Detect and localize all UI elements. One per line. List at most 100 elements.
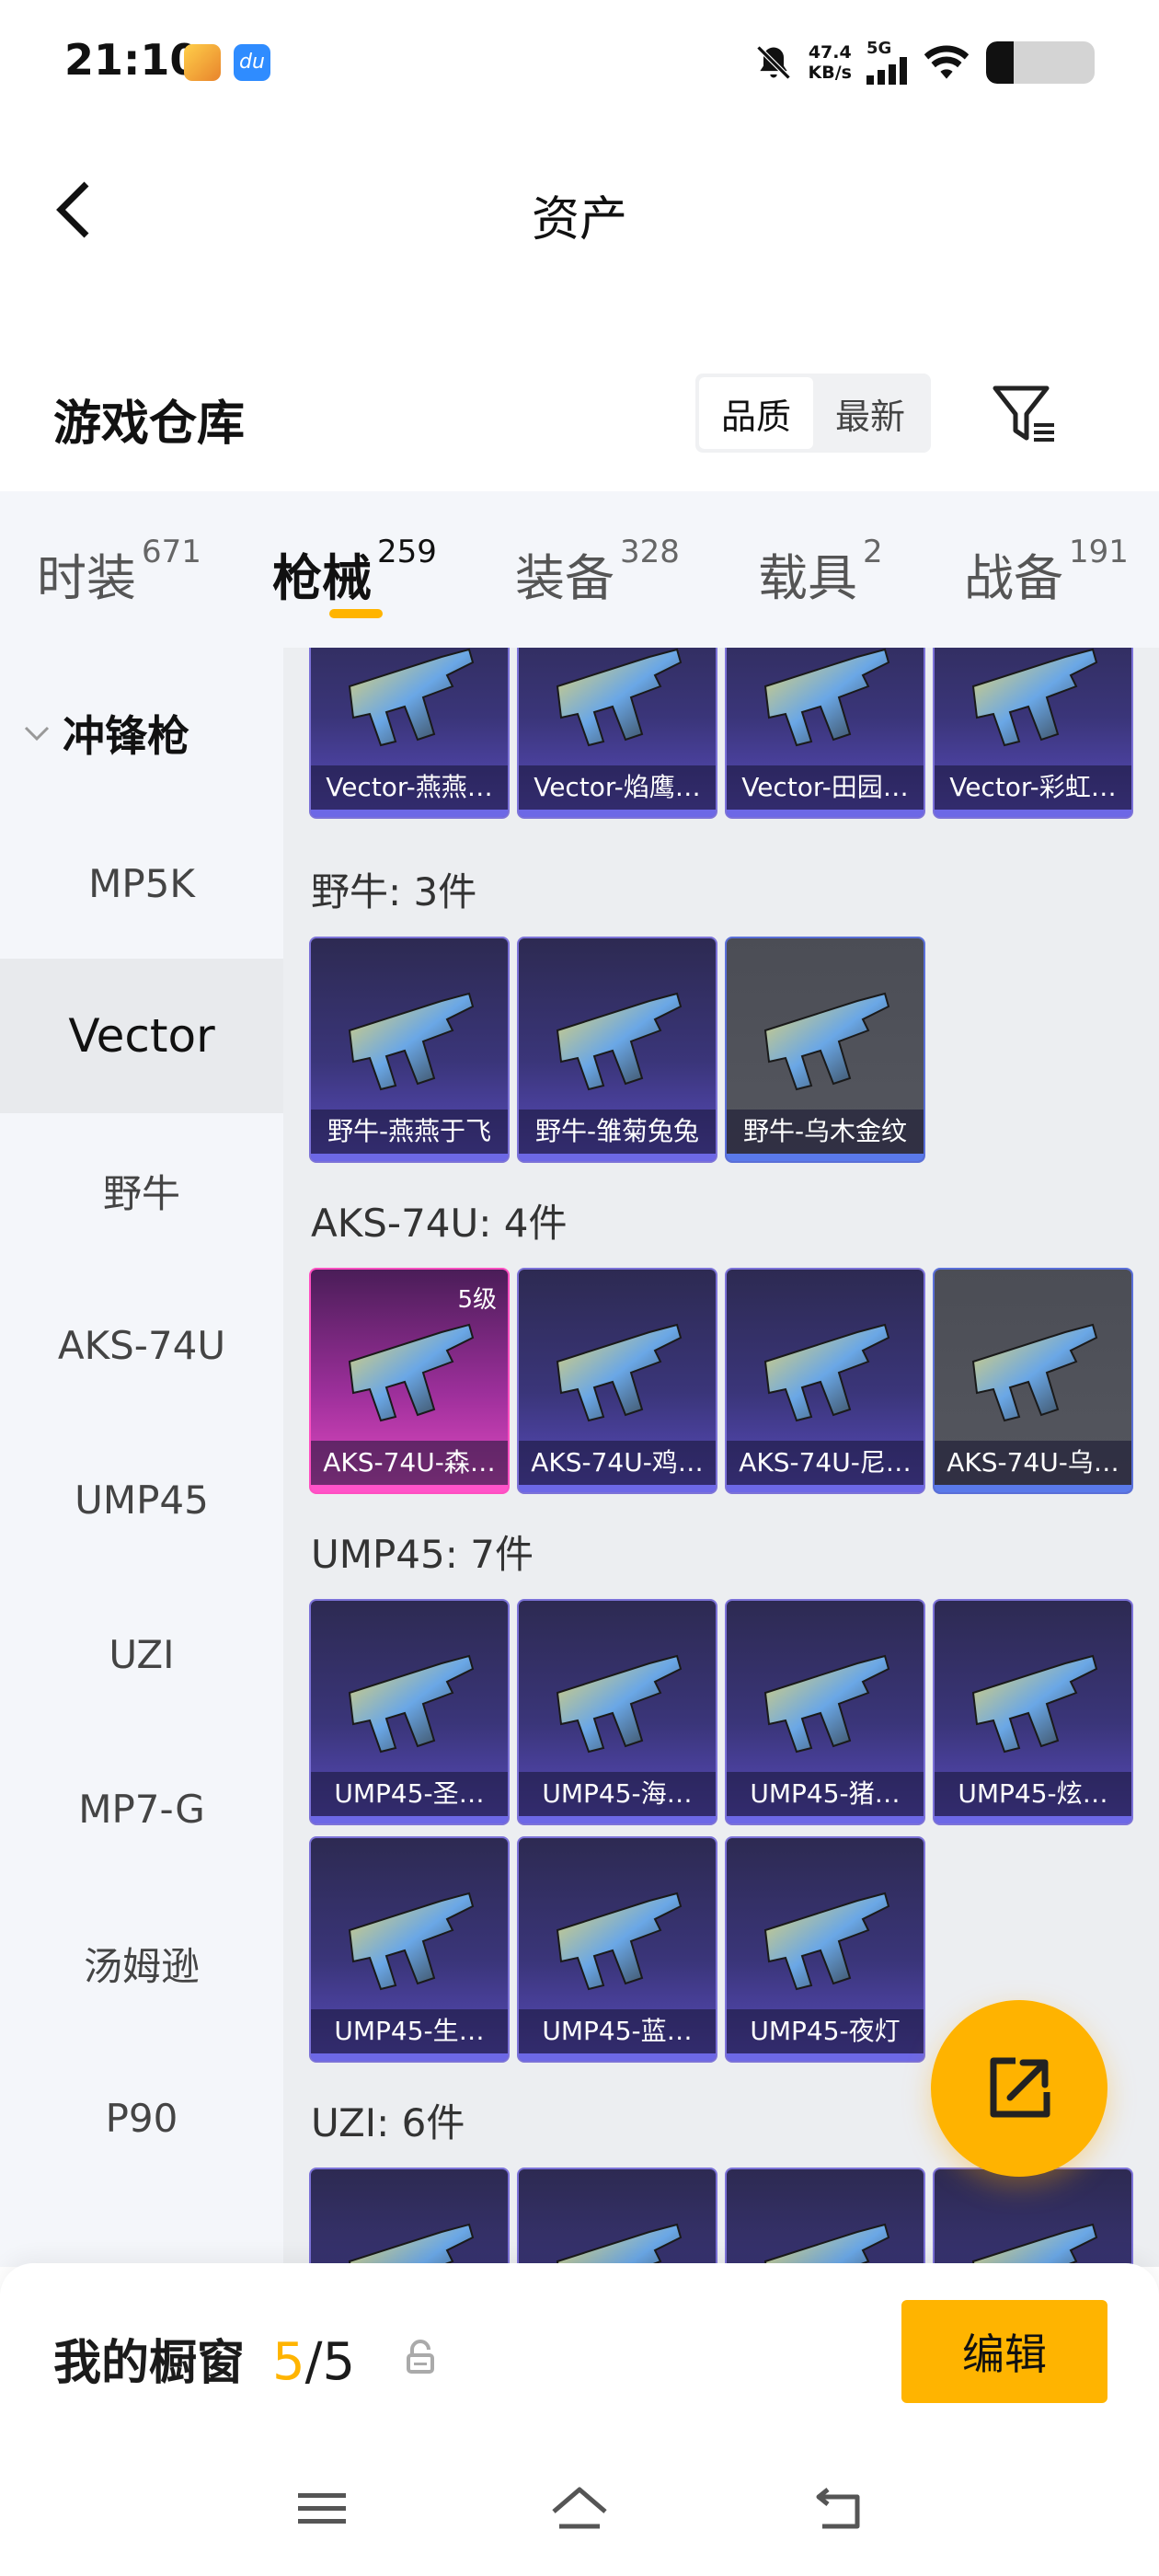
- share-external-icon: [990, 2057, 1050, 2118]
- gun-image: [348, 1892, 475, 1991]
- menu-icon[interactable]: [289, 2475, 355, 2541]
- chevron-down-icon: [24, 726, 50, 742]
- item-card[interactable]: 野牛-燕燕于飞: [309, 937, 510, 1163]
- item-card[interactable]: Vector-燕燕…: [309, 648, 510, 819]
- showcase-total: 5: [322, 2332, 356, 2392]
- showcase-count: 5: [272, 2332, 305, 2392]
- item-name: Vector-田园…: [727, 765, 924, 810]
- quality-bar: [519, 1485, 716, 1492]
- sidebar-item-p90[interactable]: P90: [0, 2041, 283, 2195]
- item-name: Vector-燕燕…: [311, 765, 508, 810]
- signal-icon: 5G: [866, 40, 907, 85]
- quality-bar: [727, 1154, 924, 1161]
- filter-icon[interactable]: [990, 381, 1058, 445]
- sidebar-item-ump45[interactable]: UMP45: [0, 1422, 283, 1577]
- tab-supplies[interactable]: 战备 191: [964, 534, 1129, 610]
- status-icons: 47.4 KB/s 5G: [753, 37, 1095, 88]
- gun-image: [763, 1654, 890, 1754]
- screen: 21:10 du 47.4 KB/s 5G 资产 游戏仓库 品质 最新 时装 671…: [0, 0, 1159, 2576]
- tab-firearms[interactable]: 枪械 259: [272, 534, 437, 610]
- group-title: AKS-74U: 4件: [311, 1201, 568, 1246]
- net-speed: 47.4 KB/s: [808, 42, 852, 83]
- tab-vehicles[interactable]: 载具 2: [758, 534, 883, 610]
- item-name: AKS-74U-森…: [311, 1441, 508, 1485]
- edit-showcase-button[interactable]: 编辑: [901, 2300, 1107, 2403]
- sidebar-item-vector[interactable]: Vector: [0, 959, 283, 1113]
- sidebar-group-smg[interactable]: 冲锋枪: [22, 703, 189, 764]
- item-name: UMP45-蓝…: [519, 2009, 716, 2053]
- item-card[interactable]: UMP45-夜灯: [725, 1836, 925, 2063]
- status-bar: 21:10 du 47.4 KB/s 5G: [0, 0, 1159, 110]
- game-app-icon: [184, 44, 221, 81]
- item-card[interactable]: AKS-74U-尼…: [725, 1268, 925, 1494]
- item-card[interactable]: Vector-田园…: [725, 648, 925, 819]
- sidebar-item-thompson[interactable]: 汤姆逊: [0, 1886, 283, 2041]
- item-card[interactable]: AKS-74U-鸡…: [517, 1268, 717, 1494]
- gun-image: [348, 992, 475, 1091]
- item-card[interactable]: [725, 2168, 925, 2267]
- gun-image: [556, 1892, 683, 1991]
- warehouse-title: 游戏仓库: [53, 397, 246, 452]
- gun-image: [348, 1323, 475, 1422]
- gun-image: [971, 2223, 1098, 2267]
- item-card[interactable]: UMP45-炫…: [933, 1599, 1133, 1825]
- gun-image: [763, 2223, 890, 2267]
- item-card[interactable]: [517, 2168, 717, 2267]
- du-app-icon: du: [234, 44, 270, 81]
- quality-bar: [935, 1485, 1131, 1492]
- gun-image: [763, 1892, 890, 1991]
- tab-equipment[interactable]: 装备 328: [515, 534, 680, 610]
- mute-icon: [756, 45, 790, 80]
- item-card[interactable]: [933, 2168, 1133, 2267]
- item-card[interactable]: 5级 AKS-74U-森…: [309, 1268, 510, 1494]
- back-icon[interactable]: [806, 2475, 872, 2541]
- sidebar-item-mp5k[interactable]: MP5K: [0, 806, 283, 960]
- quality-bar: [311, 810, 508, 817]
- gun-image: [971, 648, 1098, 747]
- quality-bar: [727, 1816, 924, 1823]
- item-name: UMP45-生…: [311, 2009, 508, 2053]
- sort-newest-button[interactable]: 最新: [813, 377, 927, 449]
- item-card[interactable]: UMP45-蓝…: [517, 1836, 717, 2063]
- category-tabs: 时装 671 枪械 259 装备 328 载具 2 战备 191: [0, 491, 1159, 648]
- quality-bar: [311, 1485, 508, 1492]
- gun-image: [556, 1654, 683, 1754]
- showcase-separator: /: [304, 2332, 323, 2392]
- share-fab-button[interactable]: [931, 2000, 1107, 2177]
- sidebar-item-aks74u[interactable]: AKS-74U: [0, 1268, 283, 1422]
- item-card[interactable]: 野牛-雏菊兔兔: [517, 937, 717, 1163]
- sort-toggle: 品质 最新: [695, 374, 931, 453]
- item-card[interactable]: 野牛-乌木金纹: [725, 937, 925, 1163]
- item-card[interactable]: Vector-焰鹰…: [517, 648, 717, 819]
- home-icon[interactable]: [546, 2475, 613, 2541]
- gun-image: [971, 1323, 1098, 1422]
- gun-image: [556, 648, 683, 747]
- tab-fashion[interactable]: 时装 671: [37, 534, 201, 610]
- item-card[interactable]: UMP45-生…: [309, 1836, 510, 2063]
- group-title: UMP45: 7件: [311, 1532, 534, 1577]
- showcase-panel: 我的橱窗 5 / 5 编辑: [0, 2263, 1159, 2576]
- page-title: 资产: [531, 192, 627, 247]
- gun-image: [348, 2223, 475, 2267]
- battery-icon: [986, 41, 1095, 84]
- item-card[interactable]: UMP45-猪…: [725, 1599, 925, 1825]
- item-name: UMP45-圣…: [311, 1772, 508, 1816]
- item-name: UMP45-夜灯: [727, 2009, 924, 2053]
- quality-bar: [519, 810, 716, 817]
- quality-bar: [311, 2053, 508, 2061]
- status-time: 21:10: [64, 35, 200, 85]
- item-card[interactable]: AKS-74U-乌…: [933, 1268, 1133, 1494]
- item-card[interactable]: Vector-彩虹…: [933, 648, 1133, 819]
- item-name: 野牛-雏菊兔兔: [519, 1110, 716, 1154]
- gun-image: [556, 1323, 683, 1422]
- quality-bar: [727, 2053, 924, 2061]
- sidebar-item-bizon[interactable]: 野牛: [0, 1113, 283, 1268]
- item-card[interactable]: UMP45-海…: [517, 1599, 717, 1825]
- sidebar-item-uzi[interactable]: UZI: [0, 1577, 283, 1731]
- item-card[interactable]: [309, 2168, 510, 2267]
- sidebar-item-mp7g[interactable]: MP7-G: [0, 1731, 283, 1886]
- item-name: Vector-彩虹…: [935, 765, 1131, 810]
- sort-quality-button[interactable]: 品质: [699, 377, 813, 449]
- item-name: Vector-焰鹰…: [519, 765, 716, 810]
- item-card[interactable]: UMP45-圣…: [309, 1599, 510, 1825]
